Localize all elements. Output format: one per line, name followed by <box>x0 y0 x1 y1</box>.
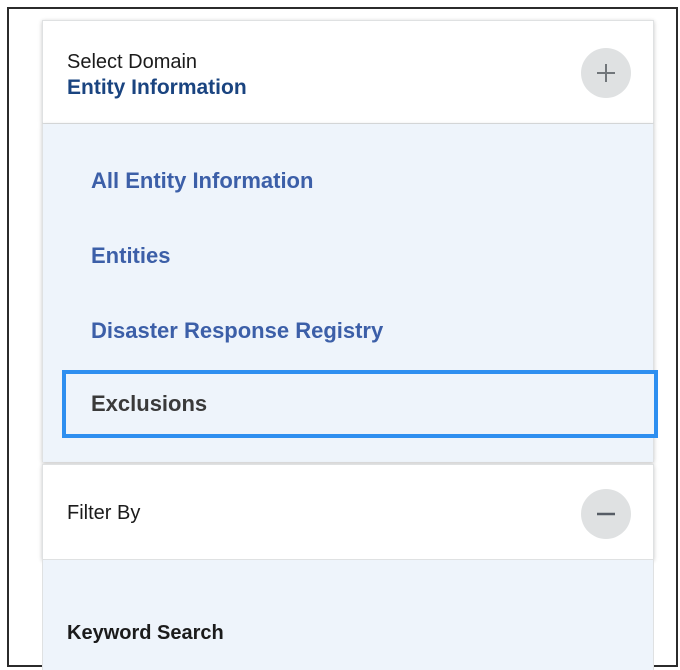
expand-domain-button[interactable] <box>581 48 631 98</box>
keyword-search-label: Keyword Search <box>67 622 224 644</box>
domain-option-all-entity-information[interactable]: All Entity Information <box>91 168 313 194</box>
domain-options-list: All Entity Information Entities Disaster… <box>42 124 658 462</box>
domain-option-disaster-response-registry[interactable]: Disaster Response Registry <box>91 318 383 344</box>
filter-by-title: Filter By <box>67 502 141 524</box>
selected-domain: Entity Information <box>67 76 247 99</box>
collapse-filter-button[interactable] <box>581 489 631 539</box>
domain-selector-header[interactable]: Select Domain Entity Information <box>42 20 654 124</box>
plus-icon <box>597 64 615 82</box>
domain-option-exclusions-label: Exclusions <box>91 391 208 416</box>
filter-by-header[interactable]: Filter By <box>42 464 654 560</box>
select-domain-label: Select Domain <box>67 51 198 73</box>
minus-icon <box>597 512 615 516</box>
domain-option-entities[interactable]: Entities <box>91 243 170 269</box>
domain-option-exclusions[interactable]: Exclusions <box>62 370 658 438</box>
filter-body: Keyword Search <box>42 560 654 670</box>
